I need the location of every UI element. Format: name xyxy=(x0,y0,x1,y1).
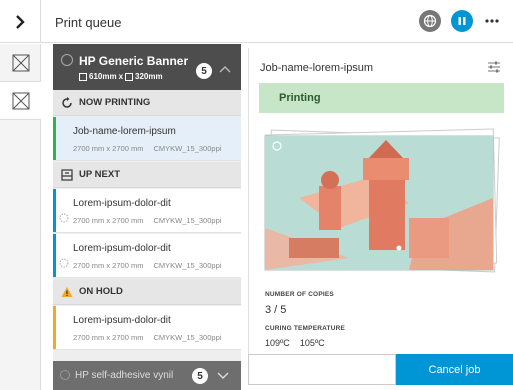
section-label: ON HOLD xyxy=(79,286,123,297)
job-meta: 2700 mm x 2700 mm CMYKW_15_300ppi xyxy=(73,333,221,342)
job-meta: 2700 mm x 2700 mm CMYKW_15_300ppi xyxy=(73,144,221,153)
job-meta: 2700 mm x 2700 mm CMYKW_15_300ppi xyxy=(73,261,221,270)
chevron-up-icon[interactable] xyxy=(219,64,231,74)
placeholder-image-icon xyxy=(12,54,29,71)
job-count-badge: 5 xyxy=(192,368,208,384)
job-row[interactable]: Lorem-ipsum-dolor-dit 2700 mm x 2700 mm … xyxy=(53,306,241,350)
section-up-next: UP NEXT xyxy=(53,162,241,188)
globe-button[interactable] xyxy=(419,10,441,32)
top-actions xyxy=(419,10,501,32)
copies-value: 3 / 5 xyxy=(265,304,287,316)
more-button[interactable] xyxy=(483,10,501,32)
device-name: HP Generic Banner xyxy=(79,54,189,68)
job-count-badge: 5 xyxy=(196,63,212,79)
chevron-right-icon xyxy=(16,14,25,29)
pause-icon xyxy=(458,17,466,25)
section-now-printing: NOW PRINTING xyxy=(53,90,241,116)
job-row[interactable]: Lorem-ipsum-dolor-dit 2700 mm x 2700 mm … xyxy=(53,189,241,233)
job-profile: CMYKW_15_300ppi xyxy=(153,333,222,342)
device-header[interactable]: HP Generic Banner 610mm x 320mm 5 xyxy=(53,44,241,90)
job-row[interactable]: Job-name-lorem-ipsum 2700 mm x 2700 mm C… xyxy=(53,117,241,161)
copies-label: NUMBER OF COPIES xyxy=(265,291,334,298)
job-profile: CMYKW_15_300ppi xyxy=(153,144,222,153)
back-button[interactable] xyxy=(0,0,41,43)
section-on-hold: ON HOLD xyxy=(53,279,241,305)
device-footer[interactable]: HP self-adhesive vynil 5 xyxy=(53,361,241,390)
settings-sliders-icon[interactable] xyxy=(487,60,501,74)
warning-icon xyxy=(61,286,73,297)
job-name: Lorem-ipsum-dolor-dit xyxy=(73,198,171,209)
job-size: 2700 mm x 2700 mm xyxy=(73,333,144,342)
clock-icon xyxy=(59,258,69,268)
placeholder-image-icon xyxy=(12,92,29,109)
status-banner: Printing xyxy=(259,83,504,113)
rail-item-2[interactable] xyxy=(0,82,41,120)
job-profile: CMYKW_15_300ppi xyxy=(153,261,222,270)
detail-title: Job-name-lorem-ipsum xyxy=(260,62,374,74)
job-meta: 2700 mm x 2700 mm CMYKW_15_300ppi xyxy=(73,216,221,225)
printer-icon xyxy=(60,370,70,380)
globe-icon xyxy=(423,14,437,28)
job-name: Job-name-lorem-ipsum xyxy=(73,126,176,137)
rail-item-1[interactable] xyxy=(0,44,41,82)
status-bar xyxy=(53,234,56,277)
printer-icon xyxy=(61,54,73,66)
status-bar xyxy=(53,117,56,160)
job-size: 2700 mm x 2700 mm xyxy=(73,261,144,270)
page-title: Print queue xyxy=(55,15,122,30)
device-name: HP self-adhesive vynil xyxy=(75,370,174,381)
section-label: UP NEXT xyxy=(79,169,121,180)
clock-icon xyxy=(59,213,69,223)
left-rail xyxy=(0,44,41,390)
more-icon xyxy=(485,19,499,23)
section-label: NOW PRINTING xyxy=(79,97,151,108)
top-bar: Print queue xyxy=(0,0,513,43)
curing-value-2: 105ºC xyxy=(299,338,325,348)
dims-separator: x xyxy=(118,72,124,81)
curing-value-1: 109ºC xyxy=(265,338,290,348)
pause-button[interactable] xyxy=(451,10,473,32)
job-profile: CMYKW_15_300ppi xyxy=(153,216,222,225)
printer-tray-icon xyxy=(61,168,73,181)
status-bar xyxy=(53,306,56,349)
job-detail-panel: Job-name-lorem-ipsum Printing NUMBER OF … xyxy=(248,48,513,354)
cancel-job-button[interactable]: Cancel job xyxy=(396,354,513,385)
job-row[interactable]: Lorem-ipsum-dolor-dit 2700 mm x 2700 mm … xyxy=(53,234,241,278)
chevron-down-icon[interactable] xyxy=(217,372,229,380)
job-name: Lorem-ipsum-dolor-dit xyxy=(73,315,171,326)
job-preview-image[interactable] xyxy=(259,128,504,273)
action-bar: Cancel job xyxy=(248,354,513,390)
queue-panel: HP Generic Banner 610mm x 320mm 5 NOW PR… xyxy=(53,44,241,390)
job-size: 2700 mm x 2700 mm xyxy=(73,216,144,225)
curing-values: 109ºC 105ºC xyxy=(265,338,325,348)
job-name: Lorem-ipsum-dolor-dit xyxy=(73,243,171,254)
length-square-icon xyxy=(125,72,134,81)
width-square-icon xyxy=(79,72,87,81)
secondary-action-area[interactable] xyxy=(248,354,396,385)
refresh-icon xyxy=(62,96,72,108)
device-length: 320mm xyxy=(135,72,163,81)
device-width: 610mm xyxy=(89,72,117,81)
print-queue-app: Print queue HP Generic Banner 610mm x 32… xyxy=(0,0,513,390)
curing-label: CURING TEMPERATURE xyxy=(265,325,346,332)
job-size: 2700 mm x 2700 mm xyxy=(73,144,144,153)
status-bar xyxy=(53,189,56,232)
device-dimensions: 610mm x 320mm xyxy=(79,72,163,81)
